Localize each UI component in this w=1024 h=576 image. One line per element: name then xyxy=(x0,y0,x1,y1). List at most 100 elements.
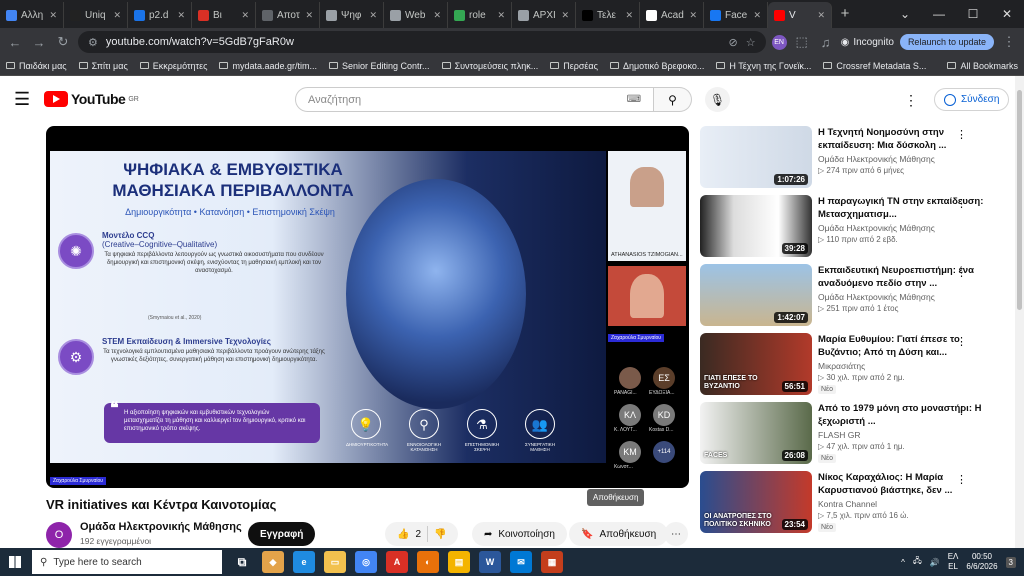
recommendation-title[interactable]: Εκπαιδευτική Νευροεπιστήμη: ένα αναδυόμε… xyxy=(818,264,996,290)
close-tab-icon[interactable]: ✕ xyxy=(753,10,761,21)
recommendation-item[interactable]: ΟΙ ΑΝΑΤΡΟΠΕΣ ΣΤΟ ΠΟΛΙΤΙΚΟ ΣΚΗΝΙΚΟ 23:54 Νί… xyxy=(700,471,1015,533)
browser-tab[interactable]: Face ✕ xyxy=(704,2,768,28)
network-icon[interactable]: 🖧 xyxy=(913,555,922,569)
recommendation-thumbnail[interactable]: 39:28 xyxy=(700,195,812,257)
task-view-icon[interactable]: ⧉ xyxy=(231,551,253,573)
close-tab-icon[interactable]: ✕ xyxy=(241,10,249,21)
all-bookmarks[interactable]: All Bookmarks xyxy=(947,61,1018,71)
widgets-icon[interactable]: ◆ xyxy=(262,551,284,573)
browser-tab[interactable]: Acad ✕ xyxy=(640,2,704,28)
more-actions-button[interactable]: ⋯ xyxy=(664,522,688,546)
channel-name[interactable]: Ομάδα Ηλεκτρονικής Μάθησης xyxy=(80,521,242,533)
browser-tab[interactable]: ΑΡΧΙ ✕ xyxy=(512,2,576,28)
recommendation-channel[interactable]: Μικρασιάτης xyxy=(818,361,865,371)
bookmark-item[interactable]: Εκκρεμότητες xyxy=(139,61,207,71)
page-scrollbar[interactable] xyxy=(1015,76,1024,548)
bookmark-star-icon[interactable]: ☆ xyxy=(746,36,756,49)
recommendation-thumbnail[interactable]: 1:42:07 xyxy=(700,264,812,326)
new-tab-button[interactable]: + xyxy=(832,2,858,28)
browser-tab[interactable]: V ✕ xyxy=(768,2,832,28)
recommendation-item[interactable]: 39:28 Η παραγωγική ΤΝ στην εκπαίδευση: Με… xyxy=(700,195,1015,257)
bookmark-item[interactable]: Senior Editing Contr... xyxy=(329,61,430,71)
browser-tab[interactable]: Uniq ✕ xyxy=(64,2,128,28)
incognito-indicator[interactable]: ◉ Incognito xyxy=(841,37,894,48)
channel-avatar[interactable]: Ο xyxy=(46,522,72,548)
browser-tab[interactable]: Web ✕ xyxy=(384,2,448,28)
close-tab-icon[interactable]: ✕ xyxy=(305,10,313,21)
maximize-icon[interactable]: ☐ xyxy=(956,0,990,28)
signin-button[interactable]: Σύνδεση xyxy=(934,88,1010,111)
close-tab-icon[interactable]: ✕ xyxy=(49,10,57,21)
bookmark-item[interactable]: Παιδάκι μας xyxy=(6,61,67,71)
more-vertical-icon[interactable]: ⋮ xyxy=(956,266,967,279)
back-icon[interactable]: ← xyxy=(6,35,24,50)
close-tab-icon[interactable]: ✕ xyxy=(817,10,825,21)
eye-off-icon[interactable]: ⊘ xyxy=(729,36,738,49)
scrollbar-thumb[interactable] xyxy=(1017,90,1022,310)
recommendation-thumbnail[interactable]: FACES 26:08 xyxy=(700,402,812,464)
close-window-icon[interactable]: ✕ xyxy=(990,0,1024,28)
more-vertical-icon[interactable]: ⋮ xyxy=(956,197,967,210)
close-tab-icon[interactable]: ✕ xyxy=(433,10,441,21)
extensions-icon[interactable]: ⬚ xyxy=(793,34,811,50)
dislike-icon[interactable]: 👎 xyxy=(434,529,446,540)
notification-icon[interactable]: 3 xyxy=(1005,556,1016,568)
subscribe-button[interactable]: Εγγραφή xyxy=(248,522,316,546)
bookmark-item[interactable]: Η Τέχνη της Γονεϊκ... xyxy=(716,61,811,71)
recommendation-channel[interactable]: Kontra Channel xyxy=(818,499,877,509)
tab-search-icon[interactable]: ⌄ xyxy=(888,0,922,28)
recommendation-item[interactable]: ΓΙΑΤΙ ΕΠΕΣΕ ΤΟ ΒΥΖΑΝΤΙΟ 56:51 Μαρία Ευθυμί… xyxy=(700,333,1015,395)
extension-badge[interactable]: EN xyxy=(771,34,787,50)
browser-tab[interactable]: p2.d ✕ xyxy=(128,2,192,28)
volume-icon[interactable]: 🔊 xyxy=(930,558,940,567)
tray-chevron-icon[interactable]: ^ xyxy=(901,558,905,567)
share-button[interactable]: ➦ Κοινοποίηση xyxy=(472,522,567,546)
more-vertical-icon[interactable]: ⋮ xyxy=(956,473,967,486)
recommendation-title[interactable]: Από το 1979 μόνη στο μοναστήρι: Η ξεχωρι… xyxy=(818,402,996,428)
mail-icon[interactable]: ✉ xyxy=(510,551,532,573)
address-bar[interactable]: ⚙ youtube.com/watch?v=5GdB7gFaR0w ⊘ ☆ xyxy=(78,31,766,53)
forward-icon[interactable]: → xyxy=(30,35,48,50)
recommendation-title[interactable]: Η παραγωγική ΤΝ στην εκπαίδευση: Μετασχη… xyxy=(818,195,996,221)
reload-icon[interactable]: ↻ xyxy=(54,34,72,50)
recommendation-channel[interactable]: Ομάδα Ηλεκτρονικής Μάθησης xyxy=(818,292,935,302)
hamburger-menu-icon[interactable]: ☰ xyxy=(14,89,44,110)
browser-tab[interactable]: Τελε ✕ xyxy=(576,2,640,28)
app-icon-2[interactable]: ▦ xyxy=(541,551,563,573)
bookmark-item[interactable]: Crossref Metadata S... xyxy=(823,61,926,71)
close-tab-icon[interactable]: ✕ xyxy=(561,10,569,21)
media-icon[interactable]: ♫ xyxy=(817,35,835,50)
minimize-icon[interactable]: — xyxy=(922,0,956,28)
close-tab-icon[interactable]: ✕ xyxy=(113,10,121,21)
app-icon[interactable]: ◐ xyxy=(417,551,439,573)
close-tab-icon[interactable]: ✕ xyxy=(625,10,633,21)
more-vertical-icon[interactable]: ⋮ xyxy=(956,335,967,348)
bookmark-item[interactable]: mydata.aade.gr/tim... xyxy=(219,61,317,71)
more-vertical-icon[interactable]: ⋮ xyxy=(956,128,967,141)
browser-tab[interactable]: Αποτ ✕ xyxy=(256,2,320,28)
relaunch-button[interactable]: Relaunch to update xyxy=(899,34,994,50)
file-explorer-icon[interactable]: ▭ xyxy=(324,551,346,573)
bookmark-item[interactable]: Περσέας xyxy=(550,61,598,71)
recommendation-channel[interactable]: Ομάδα Ηλεκτρονικής Μάθησης xyxy=(818,223,935,233)
recommendation-item[interactable]: FACES 26:08 Από το 1979 μόνη στο μοναστήρι… xyxy=(700,402,1015,464)
recommendation-thumbnail[interactable]: ΓΙΑΤΙ ΕΠΕΣΕ ΤΟ ΒΥΖΑΝΤΙΟ 56:51 xyxy=(700,333,812,395)
like-icon[interactable]: 👍 xyxy=(397,529,409,540)
close-tab-icon[interactable]: ✕ xyxy=(497,10,505,21)
recommendation-title[interactable]: Η Τεχνητή Νοημοσύνη στην εκπαίδευση: Μια… xyxy=(818,126,996,152)
bookmark-item[interactable]: Δημοτικό Βρεφοκο... xyxy=(609,61,704,71)
bookmark-item[interactable]: Σπίτι μας xyxy=(78,61,128,71)
recommendation-item[interactable]: 1:07:26 Η Τεχνητή Νοημοσύνη στην εκπαίδευ… xyxy=(700,126,1015,188)
save-button[interactable]: 🔖 Αποθήκευση xyxy=(569,522,669,546)
site-info-icon[interactable]: ⚙ xyxy=(88,36,98,49)
browser-tab[interactable]: Ψηφ ✕ xyxy=(320,2,384,28)
recommendation-thumbnail[interactable]: 1:07:26 xyxy=(700,126,812,188)
bookmark-item[interactable]: Συντομεύσεις πληκ... xyxy=(441,61,538,71)
close-tab-icon[interactable]: ✕ xyxy=(369,10,377,21)
browser-tab[interactable]: Αλλη ✕ xyxy=(0,2,64,28)
taskbar-search[interactable]: ⚲ Type here to search xyxy=(32,550,222,574)
keyboard-icon[interactable]: ⌨ xyxy=(627,94,641,105)
chrome-icon[interactable]: ◎ xyxy=(355,551,377,573)
recommendation-item[interactable]: 1:42:07 Εκπαιδευτική Νευροεπιστήμη: ένα α… xyxy=(700,264,1015,326)
close-tab-icon[interactable]: ✕ xyxy=(177,10,185,21)
